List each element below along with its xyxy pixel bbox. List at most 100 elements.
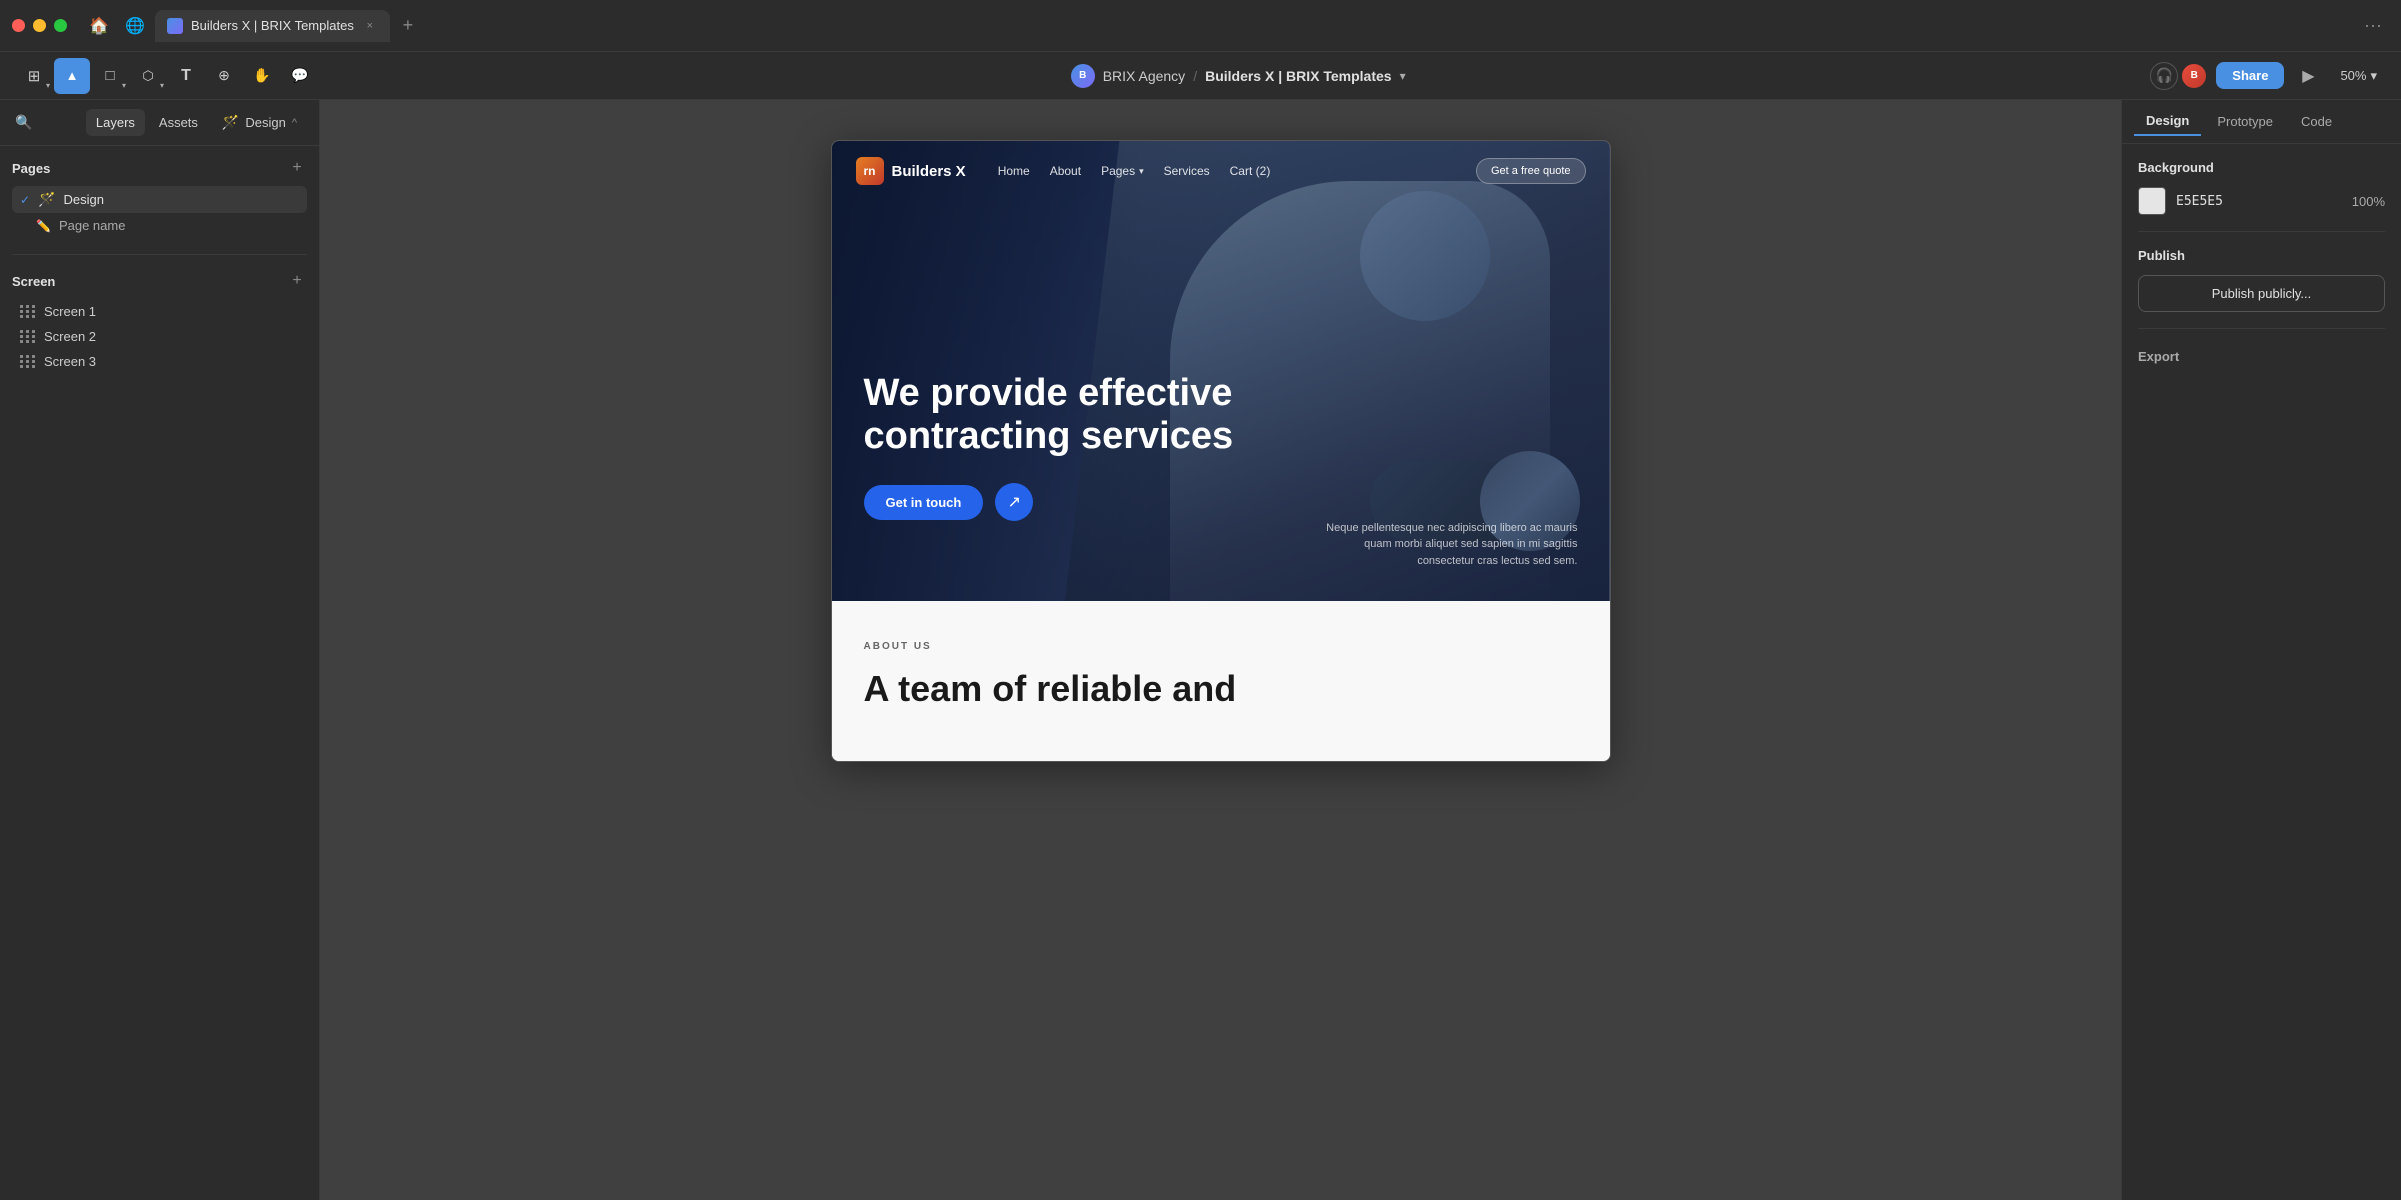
select-group-icon: ⊞ [28,67,41,85]
select-group-caret: ▾ [46,81,50,90]
play-icon[interactable]: ▶ [2292,60,2324,92]
tools-left: ⊞ ▾ ▲ □ ▾ ⬡ ▾ T ⊕ ✋ 💬 [16,58,318,94]
nav-cta-button[interactable]: Get a free quote [1476,158,1586,184]
pages-section-header: Pages + [12,158,307,178]
comment-tool[interactable]: 💬 [282,58,318,94]
frame-icon: □ [105,67,114,84]
zoom-level: 50% [2340,68,2366,83]
right-panel: Design Prototype Code Background E5E5E5 … [2121,100,2401,1200]
about-section: ABOUT US A team of reliable and [832,601,1610,761]
hero-title: We provide effective contracting service… [864,372,1284,459]
page-item-design[interactable]: ✓ 🪄 Design [12,186,307,213]
breadcrumb-separator: / [1193,68,1197,84]
design-caret-icon: ^ [292,117,297,129]
top-bar: 🏠 🌐 Builders X | BRIX Templates × + ··· [0,0,2401,52]
left-panel-tabs: 🔍 Layers Assets 🪄 Design ^ [0,100,319,146]
nav-pages[interactable]: Pages ▾ [1101,164,1144,178]
grid-icon [20,355,36,368]
canvas-inner: rn Builders X Home About Pages ▾ Service… [831,140,1611,762]
nav-services[interactable]: Services [1164,164,1210,178]
publish-publicly-button[interactable]: Publish publicly... [2138,275,2385,312]
hero-content: We provide effective contracting service… [864,372,1578,521]
component-tool[interactable]: ⊕ [206,58,242,94]
minimize-window-btn[interactable] [33,19,46,32]
home-icon[interactable]: 🏠 [83,10,115,42]
background-section: Background E5E5E5 100% [2138,160,2385,215]
main-layout: 🔍 Layers Assets 🪄 Design ^ Pages + ✓ 🪄 [0,100,2401,1200]
zoom-control[interactable]: 50% ▾ [2332,64,2385,88]
nav-cart[interactable]: Cart (2) [1230,164,1271,178]
tab-code[interactable]: Code [2289,108,2344,135]
frame-tool[interactable]: □ ▾ [92,58,128,94]
publish-title: Publish [2138,248,2385,263]
background-color-swatch[interactable] [2138,187,2166,215]
nav-about[interactable]: About [1050,164,1081,178]
tab-assets[interactable]: Assets [149,109,208,136]
workspace-label: BRIX Agency [1103,68,1186,84]
canvas[interactable]: rn Builders X Home About Pages ▾ Service… [320,100,2121,1200]
screen-item-1[interactable]: Screen 1 [12,299,307,324]
search-icon[interactable]: 🔍 [12,111,36,135]
hand-tool[interactable]: ✋ [244,58,280,94]
collaborator-avatar: B [2180,62,2208,90]
pages-title: Pages [12,161,50,176]
background-title: Background [2138,160,2385,175]
design-frame[interactable]: rn Builders X Home About Pages ▾ Service… [831,140,1611,762]
component-icon: ⊕ [218,67,230,84]
page-name-label: Page name [59,218,126,233]
page-item-pagename[interactable]: ✏️ Page name [12,213,307,238]
screen-section-header: Screen + [12,271,307,291]
toolbar-right: 🎧 B Share ▶ 50% ▾ [2150,60,2385,92]
browser-tab[interactable]: Builders X | BRIX Templates × [155,10,390,42]
screen-item-3[interactable]: Screen 3 [12,349,307,374]
site-nav: rn Builders X Home About Pages ▾ Service… [832,141,1610,201]
project-chevron-icon[interactable]: ▾ [1400,69,1406,83]
window-controls [12,19,67,32]
globe-icon[interactable]: 🌐 [119,10,151,42]
tab-layers[interactable]: Layers [86,109,145,136]
site-logo: rn Builders X [856,157,966,185]
project-name[interactable]: Builders X | BRIX Templates [1205,68,1391,84]
frame-caret: ▾ [122,81,126,90]
site-nav-links: Home About Pages ▾ Services Cart (2) [998,164,1271,178]
get-in-touch-button[interactable]: Get in touch [864,485,984,520]
site-logo-icon: rn [856,157,884,185]
tab-close-btn[interactable]: × [362,18,378,34]
collaborators: B [2186,62,2208,90]
right-panel-content: Background E5E5E5 100% Publish Publish p… [2122,144,2401,1200]
screen-item-2[interactable]: Screen 2 [12,324,307,349]
screen-section: Screen + Screen 1 Screen 2 [0,259,319,386]
new-tab-btn[interactable]: + [394,12,422,40]
close-window-btn[interactable] [12,19,25,32]
design-emoji-icon: 🪄 [222,114,239,131]
export-title: Export [2138,349,2385,364]
background-color-row: E5E5E5 100% [2138,187,2385,215]
headphone-icon[interactable]: 🎧 [2150,62,2178,90]
shape-tool[interactable]: ⬡ ▾ [130,58,166,94]
text-tool[interactable]: T [168,58,204,94]
shape-icon: ⬡ [142,68,153,84]
right-panel-tabs: Design Prototype Code [2122,100,2401,144]
nav-home[interactable]: Home [998,164,1030,178]
background-opacity-value[interactable]: 100% [2352,194,2385,209]
maximize-window-btn[interactable] [54,19,67,32]
add-page-button[interactable]: + [287,158,307,178]
shape-caret: ▾ [160,81,164,90]
project-breadcrumb: B BRIX Agency / Builders X | BRIX Templa… [1071,64,1406,88]
screen-1-label: Screen 1 [44,304,96,319]
select-group-tool[interactable]: ⊞ ▾ [16,58,52,94]
divider-2 [2138,328,2385,329]
tab-design-right[interactable]: Design [2134,107,2201,136]
share-button[interactable]: Share [2216,62,2284,89]
grid-icon [20,330,36,343]
add-screen-button[interactable]: + [287,271,307,291]
background-hex-value[interactable]: E5E5E5 [2176,194,2223,209]
pointer-tool[interactable]: ▲ [54,58,90,94]
hand-icon: ✋ [253,67,270,84]
hero-description: Neque pellentesque nec adipiscing libero… [1318,520,1578,570]
comment-icon: 💬 [291,67,308,84]
arrow-button[interactable]: ↗ [995,483,1033,521]
tab-design[interactable]: 🪄 Design ^ [212,108,307,137]
more-options-btn[interactable]: ··· [2357,10,2389,42]
tab-prototype[interactable]: Prototype [2205,108,2285,135]
